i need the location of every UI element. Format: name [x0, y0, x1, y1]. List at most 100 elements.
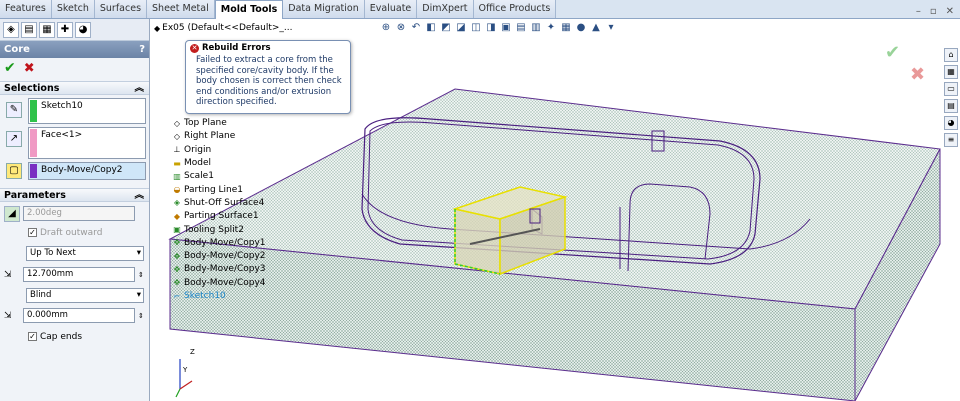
draft-outward-row: ✓ Draft outward: [28, 227, 103, 238]
draft-outward-checkbox[interactable]: ✓: [28, 228, 37, 237]
shadow-icon[interactable]: ▥: [530, 22, 542, 33]
spinner-icon[interactable]: ⇕: [138, 312, 144, 320]
plane-icon: ◇: [173, 118, 181, 128]
body-icon: ▢: [6, 163, 22, 179]
panel-title-bar: Core ?: [0, 41, 149, 58]
home-icon[interactable]: ⌂: [944, 48, 958, 62]
display-manager-icon[interactable]: ◕: [75, 22, 91, 38]
zoom-to-fit-icon[interactable]: ⊕: [380, 22, 392, 33]
collapse-icon[interactable]: ︽: [134, 82, 144, 94]
color-swatch: [30, 164, 37, 178]
dimxpert-manager-icon[interactable]: ✚: [57, 22, 73, 38]
property-manager-icon[interactable]: ▤: [21, 22, 37, 38]
cancel-button[interactable]: ✖: [24, 61, 35, 76]
tree-item[interactable]: ▬ Model: [172, 157, 282, 170]
origin-icon: ⊥: [173, 145, 181, 155]
tab-evaluate[interactable]: Evaluate: [364, 0, 418, 18]
previous-view-icon[interactable]: ↶: [410, 22, 422, 33]
axis-y-label: Y: [182, 366, 188, 374]
view-palette-icon[interactable]: ▤: [944, 99, 958, 113]
error-line: Failed to extract a core from the: [196, 55, 333, 65]
sketch-selection-box[interactable]: Sketch10: [28, 98, 146, 124]
depth-2-row: ⇲ 0.000mm ⇕: [4, 308, 145, 323]
shut-off-surface-icon: ◈: [173, 198, 181, 208]
restore-icon[interactable]: ▫: [930, 6, 937, 17]
edit-appearance-icon[interactable]: ◨: [485, 22, 497, 33]
parameters-header[interactable]: Parameters ︽: [0, 188, 149, 202]
color-swatch: [30, 129, 37, 157]
selections-header[interactable]: Selections ︽: [0, 81, 149, 95]
tree-item[interactable]: ▣ Tooling Split2: [172, 223, 282, 236]
spinner-icon[interactable]: ⇕: [138, 271, 144, 279]
tree-item[interactable]: ✥ Body-Move/Copy1: [172, 237, 282, 250]
display-icon[interactable]: ●: [575, 22, 587, 33]
more-icon[interactable]: ▾: [605, 22, 617, 33]
close-icon[interactable]: ✕: [946, 6, 954, 17]
display-style-icon[interactable]: ◪: [455, 22, 467, 33]
view-orientation-icon[interactable]: ◩: [440, 22, 452, 33]
tree-item[interactable]: ✥ Body-Move/Copy4: [172, 277, 282, 290]
help-icon[interactable]: ?: [139, 41, 145, 58]
tree-item[interactable]: ⌐ Sketch10: [172, 290, 282, 303]
tree-item[interactable]: ◒ Parting Line1: [172, 183, 282, 196]
error-icon: ✕: [190, 43, 199, 53]
manager-toolbar: ◈ ▤ ▦ ✚ ◕: [0, 19, 149, 41]
end-condition-2-select[interactable]: Blind ▾: [26, 288, 144, 303]
tree-item[interactable]: ◇ Top Plane: [172, 117, 282, 130]
error-line: body chosen is correct then check: [196, 76, 342, 86]
end-condition-1-select[interactable]: Up To Next ▾: [26, 246, 144, 261]
folder-icon: ▬: [173, 158, 181, 168]
tab-mold-tools[interactable]: Mold Tools: [214, 0, 284, 19]
appearances-icon[interactable]: ◕: [944, 116, 958, 130]
perspective-icon[interactable]: ▦: [560, 22, 572, 33]
hide-show-icon[interactable]: ◫: [470, 22, 482, 33]
design-library-icon[interactable]: ▦: [944, 65, 958, 79]
part-icon: ◆: [154, 23, 161, 33]
end-condition-2-row: Blind ▾: [4, 288, 145, 303]
tab-surfaces[interactable]: Surfaces: [94, 0, 148, 18]
feature-manager-icon[interactable]: ◈: [3, 22, 19, 38]
tree-item[interactable]: ⊥ Origin: [172, 144, 282, 157]
depth-2-input[interactable]: 0.000mm: [23, 308, 135, 323]
error-line: end conditions and/or extrusion: [196, 86, 332, 97]
apply-scene-icon[interactable]: ▣: [500, 22, 512, 33]
face-selection-box[interactable]: Face<1>: [28, 127, 146, 159]
draft-icon[interactable]: ◢: [4, 205, 20, 222]
cancel-ghost-icon[interactable]: ✖: [910, 64, 925, 85]
tree-item[interactable]: ◆ Parting Surface1: [172, 210, 282, 223]
tree-item[interactable]: ✥ Body-Move/Copy3: [172, 263, 282, 276]
confirm-ghost-icon[interactable]: ✔: [885, 42, 900, 63]
tab-dimxpert[interactable]: DimXpert: [417, 0, 474, 18]
body-selection-box[interactable]: Body-Move/Copy2: [28, 162, 146, 180]
tree-item[interactable]: ▥ Scale1: [172, 170, 282, 183]
move-copy-icon: ✥: [173, 278, 181, 288]
tree-item[interactable]: ◈ Shut-Off Surface4: [172, 197, 282, 210]
direction-icon[interactable]: ↗: [6, 131, 22, 147]
parting-line-icon: ◒: [173, 185, 181, 195]
tab-data-migration[interactable]: Data Migration: [283, 0, 365, 18]
end-condition-1-row: Up To Next ▾: [4, 246, 145, 261]
cap-ends-checkbox[interactable]: ✓: [28, 332, 37, 341]
tree-item[interactable]: ◇ Right Plane: [172, 130, 282, 143]
custom-properties-icon[interactable]: ≡: [944, 133, 958, 147]
tree-item[interactable]: ✥ Body-Move/Copy2: [172, 250, 282, 263]
appearance-icon[interactable]: ▲: [590, 22, 602, 33]
tab-features[interactable]: Features: [0, 0, 52, 18]
ok-button[interactable]: ✔: [4, 60, 16, 76]
minimize-icon[interactable]: –: [916, 6, 921, 17]
depth-1-input[interactable]: 12.700mm: [23, 267, 135, 282]
draft-angle-input[interactable]: 2.00deg: [23, 206, 135, 221]
lighting-icon[interactable]: ✦: [545, 22, 557, 33]
view-settings-icon[interactable]: ▤: [515, 22, 527, 33]
depth-1-row: ⇲ 12.700mm ⇕: [4, 267, 145, 282]
zoom-area-icon[interactable]: ⊗: [395, 22, 407, 33]
configuration-manager-icon[interactable]: ▦: [39, 22, 55, 38]
collapse-icon[interactable]: ︽: [134, 189, 144, 201]
tab-sheet-metal[interactable]: Sheet Metal: [147, 0, 215, 18]
tab-sketch[interactable]: Sketch: [51, 0, 95, 18]
sketch-icon: ✎: [6, 102, 22, 118]
section-view-icon[interactable]: ◧: [425, 22, 437, 33]
tree-root[interactable]: ◆ Ex05 (Default<<Default>_...: [154, 22, 292, 35]
file-explorer-icon[interactable]: ▭: [944, 82, 958, 96]
tab-office-products[interactable]: Office Products: [473, 0, 557, 18]
